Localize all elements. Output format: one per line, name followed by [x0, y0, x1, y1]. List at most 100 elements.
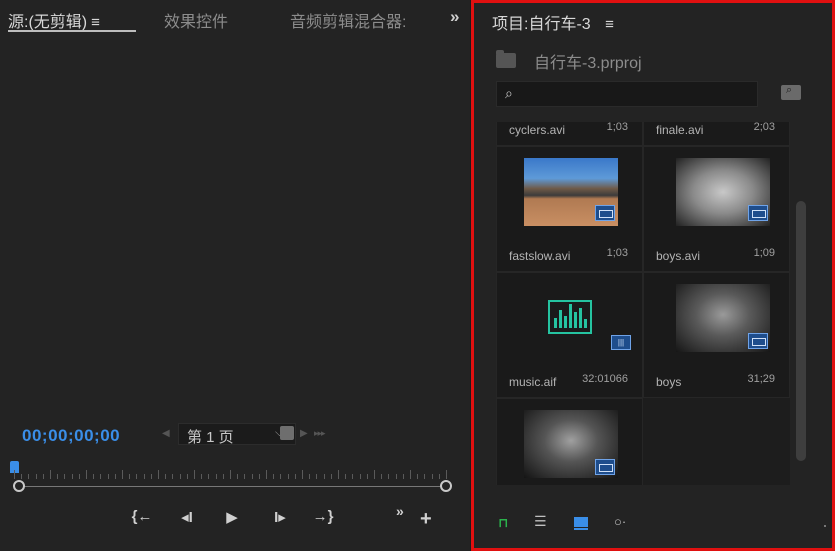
ruler-tick	[28, 474, 30, 479]
item-duration: 1;03	[606, 122, 628, 133]
list-item[interactable]: 1;03 cyclers.avi	[496, 122, 643, 146]
zoom-slider-icon[interactable]: ○·	[614, 514, 626, 529]
item-name: music.aif	[509, 375, 557, 389]
ruler-tick	[107, 474, 109, 479]
ruler-tick	[244, 474, 246, 479]
step-back-button[interactable]: ◂I	[174, 508, 200, 530]
ruler-tick	[316, 474, 318, 479]
ruler-tick	[338, 470, 339, 479]
ruler-tick	[388, 474, 390, 479]
ruler-tick	[446, 470, 447, 479]
ruler-tick	[21, 474, 23, 479]
source-monitor-panel: 源:(无剪辑) ≡ 效果控件 音频剪辑混合器: » 00;00;00;00 ◀ 第…	[0, 0, 470, 551]
ruler-tick	[251, 474, 253, 479]
list-item[interactable]: 1;09 boys.avi	[643, 146, 790, 272]
item-duration: 32:01066	[582, 373, 628, 385]
ruler-tick	[114, 474, 116, 479]
list-item[interactable]	[496, 398, 643, 485]
ruler-tick	[417, 474, 419, 479]
item-duration: 2;03	[753, 122, 775, 133]
audio-waveform-icon	[548, 300, 592, 334]
tab-project[interactable]: 项目:自行车-3 ≡	[492, 10, 614, 34]
ruler-tick	[309, 474, 311, 479]
active-tab-indicator	[8, 30, 136, 32]
project-items-grid[interactable]: 1;03 cyclers.avi 2;03 finale.avi 1;03 fa…	[496, 122, 790, 485]
ruler-tick	[438, 474, 440, 479]
ruler-tick	[42, 474, 44, 479]
video-badge-icon	[595, 205, 615, 221]
list-item[interactable]: 1;03 fastslow.avi	[496, 146, 643, 272]
step-forward-button[interactable]: I▸	[267, 508, 293, 530]
item-name: cyclers.avi	[509, 123, 566, 137]
play-button[interactable]: ▶	[219, 508, 245, 530]
zoom-handle-right[interactable]	[440, 480, 452, 492]
ruler-tick	[165, 474, 167, 479]
list-view-icon[interactable]: ☰	[534, 513, 547, 530]
ruler-tick	[352, 474, 354, 479]
button-editor-add-button[interactable]: +	[420, 508, 432, 531]
item-name: boys	[656, 375, 682, 389]
ruler-tick	[345, 474, 347, 479]
ruler-tick	[222, 474, 224, 479]
zoom-scroll-track[interactable]	[19, 486, 447, 487]
ruler-tick	[359, 474, 361, 479]
zoom-fit-icon[interactable]	[280, 426, 294, 440]
transport-overflow-icon[interactable]: »	[396, 503, 404, 519]
settings-dots-icon[interactable]: ▸▸▸	[314, 428, 326, 439]
ruler-tick	[14, 470, 15, 479]
ruler-tick	[194, 470, 195, 479]
project-file-name: 自行车-3.prproj	[534, 55, 642, 72]
ruler-tick	[100, 474, 102, 479]
item-name: fastslow.avi	[509, 249, 571, 263]
panel-menu-icon[interactable]: ≡	[605, 16, 614, 33]
tab-overflow-icon[interactable]: »	[450, 7, 459, 27]
tab-effect-controls[interactable]: 效果控件	[164, 8, 228, 32]
search-icon: ⌕	[505, 85, 513, 101]
resize-corner-icon[interactable]	[824, 525, 826, 527]
ruler-tick	[395, 474, 397, 479]
item-duration: 1;03	[606, 247, 628, 259]
ruler-tick	[122, 470, 123, 479]
new-search-bin-icon[interactable]	[781, 84, 801, 100]
ruler-tick	[330, 474, 332, 479]
video-badge-icon	[748, 205, 768, 221]
chevron-right-icon[interactable]: ▶	[300, 428, 308, 439]
mark-in-button[interactable]: {←	[129, 508, 155, 530]
ruler-tick	[366, 474, 368, 479]
ruler-tick	[201, 474, 203, 479]
item-name: boys.avi	[656, 249, 701, 263]
ruler-tick	[150, 474, 152, 479]
tab-source[interactable]: 源:(无剪辑) ≡	[8, 8, 100, 32]
project-tab-label: 项目:自行车-3	[492, 16, 591, 33]
ruler-tick	[86, 470, 87, 479]
lock-open-icon[interactable]: ⊓	[498, 515, 510, 530]
ruler-tick	[215, 474, 217, 479]
page-dropdown[interactable]: 第 1 页 ⌵	[178, 423, 296, 446]
icon-view-icon[interactable]	[574, 517, 588, 530]
search-input[interactable]: ⌕	[496, 81, 758, 107]
list-item[interactable]: 2;03 finale.avi	[643, 122, 790, 146]
ruler-tick	[237, 474, 239, 479]
time-ruler[interactable]	[14, 465, 452, 479]
project-bottom-toolbar: ⊓ ☰ ○·	[474, 511, 832, 537]
ruler-tick	[402, 474, 404, 479]
panel-menu-icon[interactable]: ≡	[91, 14, 100, 31]
ruler-tick	[186, 474, 188, 479]
project-panel: 项目:自行车-3 ≡ 自行车-3.prproj ⌕ 1;03 cyclers.a…	[471, 0, 835, 551]
mark-out-button[interactable]: →}	[310, 508, 336, 530]
ruler-tick	[93, 474, 95, 479]
list-item[interactable]: 31;29 boys	[643, 272, 790, 398]
zoom-handle-left[interactable]	[13, 480, 25, 492]
sequence-badge-icon	[748, 333, 768, 349]
tab-audio-clip-mixer[interactable]: 音频剪辑混合器:	[290, 8, 406, 32]
grid-scrollbar[interactable]	[796, 201, 806, 461]
chevron-left-icon[interactable]: ◀	[162, 428, 170, 439]
page-dropdown-value: 第 1 页	[187, 429, 234, 446]
item-duration: 31;29	[747, 373, 775, 385]
ruler-tick	[230, 470, 231, 479]
ruler-tick	[57, 474, 59, 479]
playhead-timecode[interactable]: 00;00;00;00	[22, 426, 120, 446]
list-item[interactable]: ||| 32:01066 music.aif	[496, 272, 643, 398]
sequence-badge-icon	[595, 459, 615, 475]
ruler-tick	[431, 474, 433, 479]
